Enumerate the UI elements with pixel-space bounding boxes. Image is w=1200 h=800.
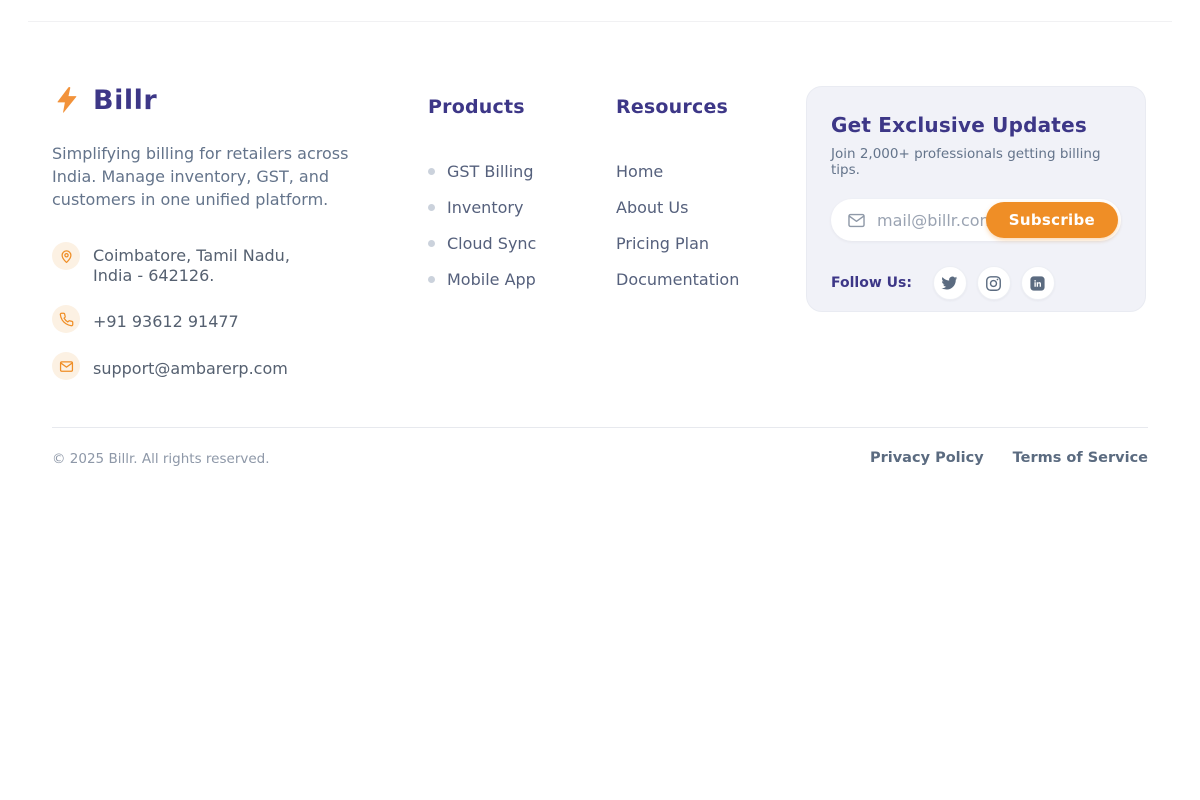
location-pin-icon: [52, 242, 80, 270]
contact-phone: +91 93612 91477: [52, 305, 392, 333]
newsletter-title: Get Exclusive Updates: [831, 113, 1121, 137]
resource-link-about-us[interactable]: About Us: [616, 189, 739, 225]
bottom-divider: [52, 427, 1148, 428]
product-link-inventory[interactable]: Inventory: [428, 189, 536, 225]
resource-link-label[interactable]: Documentation: [616, 270, 739, 289]
newsletter-subtitle: Join 2,000+ professionals getting billin…: [831, 146, 1121, 178]
product-link-label[interactable]: Inventory: [447, 198, 523, 217]
bullet-icon: [428, 276, 435, 283]
resource-link-documentation[interactable]: Documentation: [616, 261, 739, 297]
instagram-icon: [985, 275, 1002, 292]
resource-link-pricing-plan[interactable]: Pricing Plan: [616, 225, 739, 261]
brand-name: Billr: [93, 85, 157, 116]
resource-link-label[interactable]: Home: [616, 162, 663, 181]
linkedin-icon: [1029, 275, 1046, 292]
contact-location-line2: India - 642126.: [93, 266, 214, 285]
product-link-gst-billing[interactable]: GST Billing: [428, 153, 536, 189]
phone-icon: [52, 305, 80, 333]
contact-location-text: Coimbatore, Tamil Nadu, India - 642126.: [93, 242, 290, 286]
brand-tagline: Simplifying billing for retailers across…: [52, 142, 368, 211]
product-link-label[interactable]: Cloud Sync: [447, 234, 536, 253]
bullet-icon: [428, 168, 435, 175]
brand-logo: Billr: [52, 84, 392, 116]
product-link-mobile-app[interactable]: Mobile App: [428, 261, 536, 297]
social-links: [933, 266, 1055, 300]
lightning-bolt-icon: [52, 84, 82, 116]
contact-email-text[interactable]: support@ambarerp.com: [93, 352, 288, 379]
products-list: GST Billing Inventory Cloud Sync Mobile …: [428, 153, 536, 297]
follow-row: Follow Us:: [831, 266, 1121, 300]
instagram-button[interactable]: [977, 266, 1011, 300]
contact-email: support@ambarerp.com: [52, 352, 392, 380]
subscribe-button[interactable]: Subscribe: [986, 202, 1118, 238]
resources-column: Resources Home About Us Pricing Plan Doc…: [616, 96, 739, 297]
follow-us-label: Follow Us:: [831, 275, 912, 291]
privacy-policy-link[interactable]: Privacy Policy: [870, 450, 984, 466]
bullet-icon: [428, 204, 435, 211]
resource-link-home[interactable]: Home: [616, 153, 739, 189]
terms-of-service-link[interactable]: Terms of Service: [1013, 450, 1148, 466]
footer-top-divider: [28, 21, 1172, 22]
product-link-cloud-sync[interactable]: Cloud Sync: [428, 225, 536, 261]
resource-link-label[interactable]: Pricing Plan: [616, 234, 709, 253]
brand-column: Billr Simplifying billing for retailers …: [52, 84, 392, 399]
mail-icon: [847, 211, 866, 230]
product-link-label[interactable]: Mobile App: [447, 270, 536, 289]
copyright-text: © 2025 Billr. All rights reserved.: [52, 451, 270, 467]
contact-location: Coimbatore, Tamil Nadu, India - 642126.: [52, 242, 392, 286]
contact-phone-text[interactable]: +91 93612 91477: [93, 305, 239, 332]
bullet-icon: [428, 240, 435, 247]
contact-location-line1: Coimbatore, Tamil Nadu,: [93, 246, 290, 265]
resources-list: Home About Us Pricing Plan Documentation: [616, 153, 739, 297]
twitter-button[interactable]: [933, 266, 967, 300]
products-column: Products GST Billing Inventory Cloud Syn…: [428, 96, 536, 297]
product-link-label[interactable]: GST Billing: [447, 162, 533, 181]
resource-link-label[interactable]: About Us: [616, 198, 688, 217]
products-heading: Products: [428, 96, 536, 118]
twitter-icon: [941, 275, 958, 292]
linkedin-button[interactable]: [1021, 266, 1055, 300]
envelope-icon: [52, 352, 80, 380]
legal-links: Privacy Policy Terms of Service: [870, 450, 1148, 466]
contact-list: Coimbatore, Tamil Nadu, India - 642126. …: [52, 242, 392, 380]
resources-heading: Resources: [616, 96, 739, 118]
subscribe-form: Subscribe: [831, 199, 1121, 241]
newsletter-card: Get Exclusive Updates Join 2,000+ profes…: [806, 86, 1146, 312]
